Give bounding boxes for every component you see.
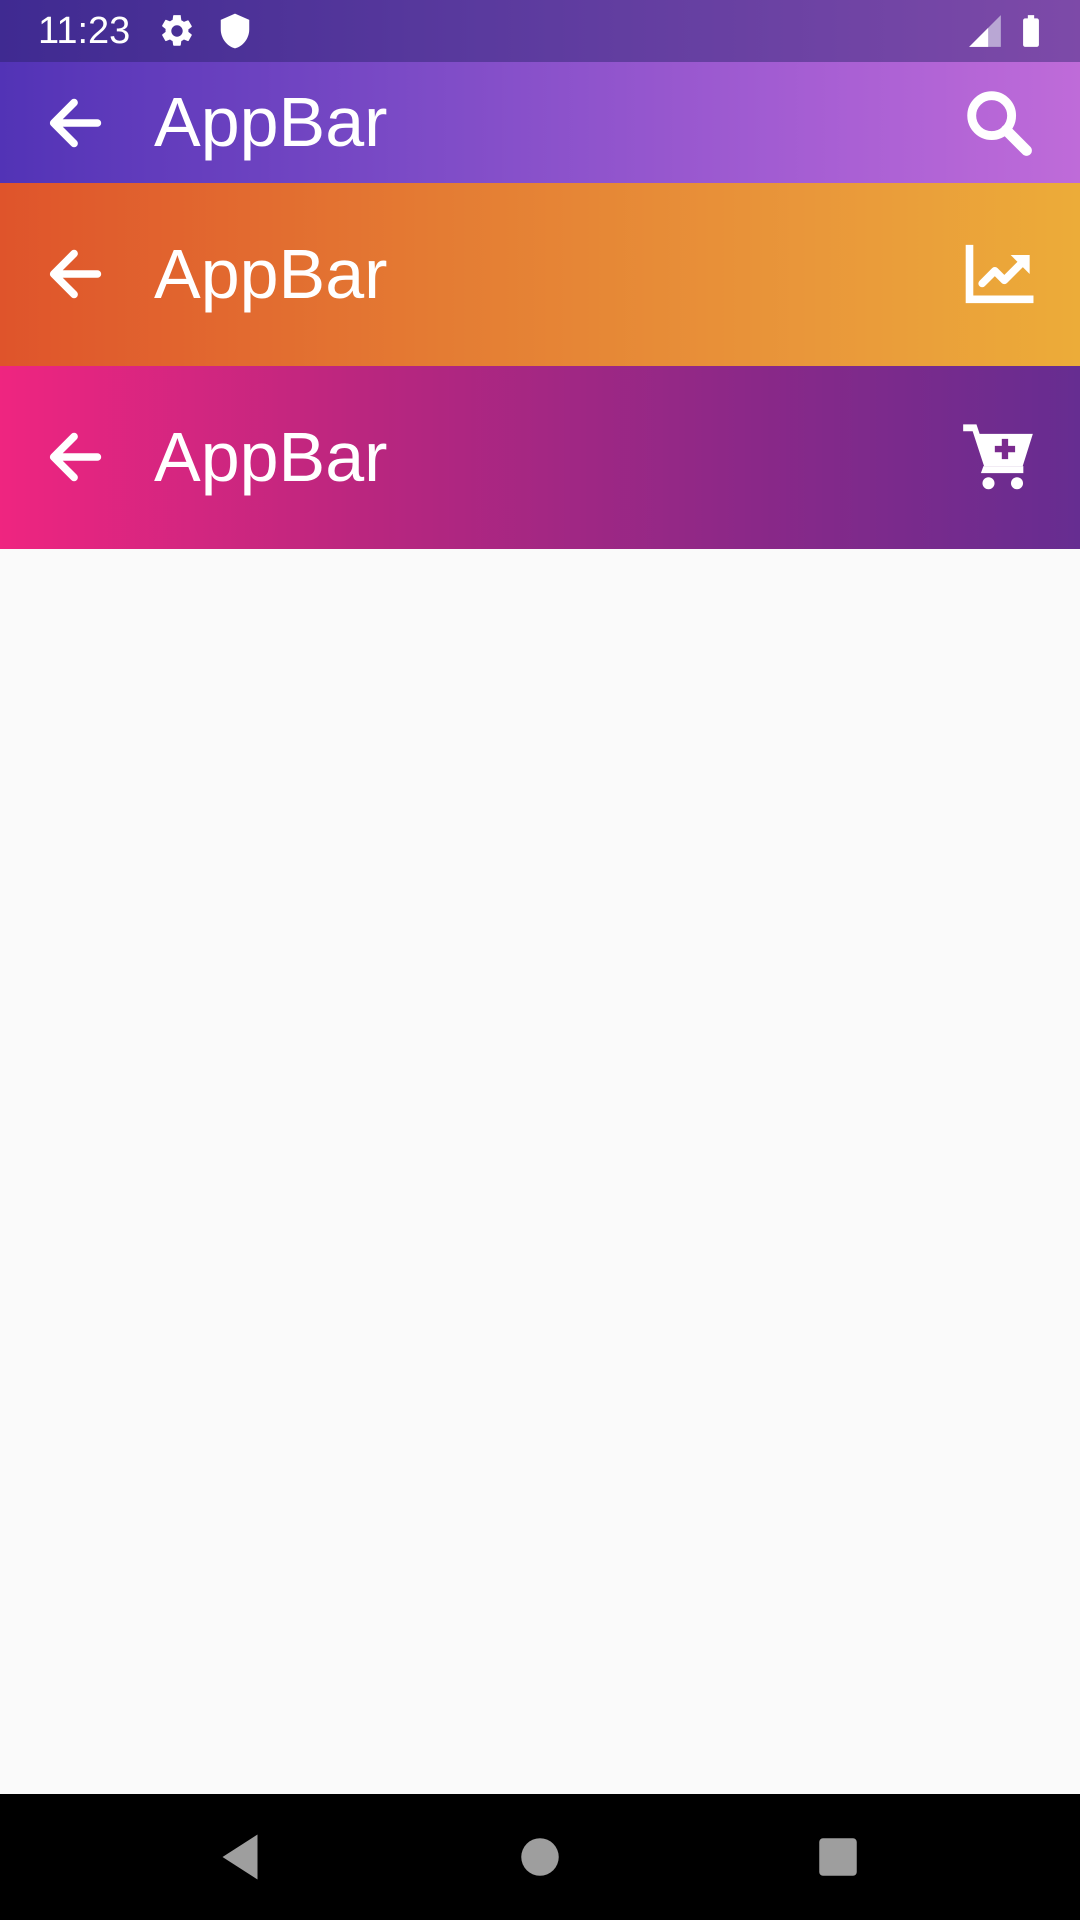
recents-square-icon[interactable]: [808, 1827, 868, 1887]
status-bar: 11:23: [0, 0, 1080, 62]
app-bar-title: AppBar: [154, 418, 388, 496]
arrow-back-icon[interactable]: [42, 88, 112, 158]
status-time: 11:23: [38, 10, 131, 52]
signal-icon: [969, 15, 1001, 47]
app-screen: 11:23 AppBar AppBar AppBar: [0, 0, 1080, 1920]
system-navigation-bar: [0, 1794, 1080, 1920]
trending-chart-icon[interactable]: [960, 236, 1036, 312]
back-triangle-icon[interactable]: [210, 1827, 270, 1887]
battery-icon: [1023, 15, 1039, 47]
app-bar-search: AppBar: [0, 62, 1080, 183]
shield-icon: [220, 13, 250, 49]
arrow-back-icon[interactable]: [42, 239, 112, 309]
app-bar-cart: AppBar: [0, 366, 1080, 549]
app-bar-title: AppBar: [154, 83, 388, 161]
home-circle-icon[interactable]: [510, 1827, 570, 1887]
app-bar-title: AppBar: [154, 235, 388, 313]
add-shopping-cart-icon[interactable]: [960, 418, 1036, 494]
app-bar-chart: AppBar: [0, 183, 1080, 366]
settings-icon: [162, 15, 192, 46]
search-icon[interactable]: [960, 84, 1036, 160]
arrow-back-icon[interactable]: [42, 422, 112, 492]
